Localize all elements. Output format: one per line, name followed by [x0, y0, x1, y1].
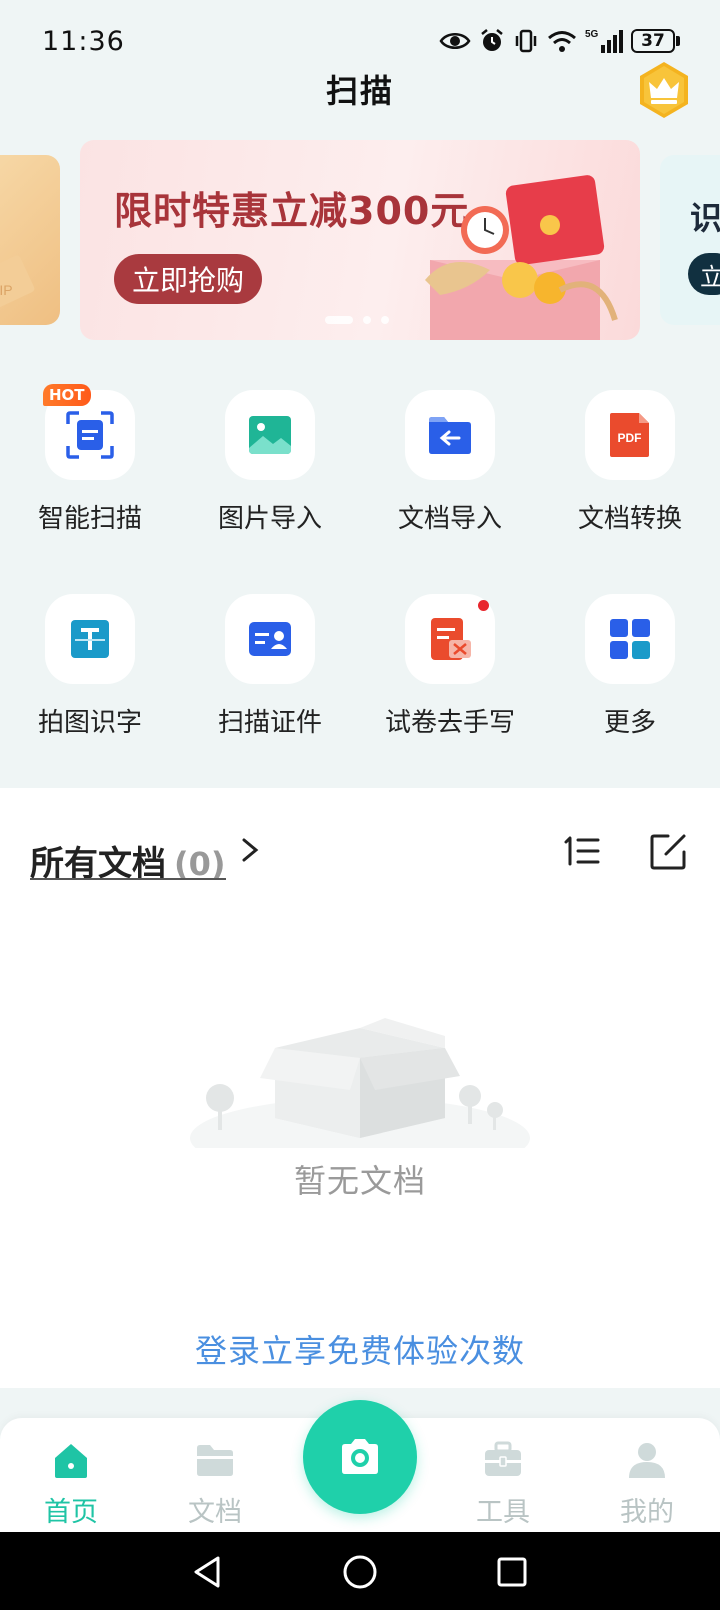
nav-mine[interactable]: 我的: [592, 1438, 702, 1529]
smart-scan-icon: [66, 411, 114, 459]
more-tools[interactable]: 更多: [540, 594, 720, 739]
banner-pagination: [325, 316, 389, 324]
smart-scan-tool[interactable]: HOT 智能扫描: [0, 384, 180, 535]
svg-text:5G: 5G: [585, 29, 599, 40]
chevron-right-icon[interactable]: [236, 830, 266, 870]
text-recognition-icon: [71, 620, 109, 658]
grid-more-icon: [610, 619, 650, 659]
pdf-icon: PDF: [610, 413, 649, 457]
banner-right-button[interactable]: 立: [688, 253, 720, 295]
status-icons: 5G 37: [439, 26, 680, 56]
battery-level: 37: [631, 29, 675, 53]
system-navigation-bar: [0, 1532, 720, 1610]
document-convert-tool[interactable]: PDF 文档转换: [540, 390, 720, 535]
tool-label: 图片导入: [217, 504, 322, 534]
image-import-tool[interactable]: 图片导入: [180, 390, 360, 535]
camera-scan-button[interactable]: [303, 1400, 417, 1514]
erase-handwriting-icon: [431, 618, 471, 660]
page-title: 扫描: [325, 72, 394, 110]
wifi-icon: [547, 29, 577, 53]
hot-badge: HOT: [43, 384, 91, 406]
banner-right-title: 识: [690, 199, 720, 237]
back-triangle-icon[interactable]: [186, 1550, 230, 1594]
ocr-tool[interactable]: 拍图识字: [0, 594, 180, 739]
crown-icon: [640, 62, 688, 118]
nav-label: 文档: [188, 1497, 242, 1528]
pagination-dot: [363, 316, 371, 324]
scan-id-tool[interactable]: 扫描证件: [180, 594, 360, 739]
vip-crown-button[interactable]: [636, 60, 692, 120]
tool-label: 文档导入: [397, 504, 502, 534]
nav-tools[interactable]: 工具: [448, 1438, 558, 1529]
home-circle-icon[interactable]: [338, 1550, 382, 1594]
eye-icon: [439, 30, 471, 52]
tool-label: 智能扫描: [37, 504, 142, 534]
image-icon: [249, 416, 291, 454]
home-icon: [55, 1444, 87, 1478]
nav-label: 工具: [476, 1497, 530, 1528]
tool-label: 试卷去手写: [384, 708, 515, 738]
tool-label: 拍图识字: [37, 708, 142, 738]
recents-square-icon[interactable]: [490, 1550, 534, 1594]
login-free-trial-link[interactable]: 登录立享免费体验次数: [0, 1326, 720, 1372]
documents-panel: 所有文档 (0) 暂无文档 登录立享免费体验次数: [0, 788, 720, 1388]
folder-icon: [197, 1445, 233, 1476]
tool-label: 扫描证件: [217, 708, 322, 738]
user-icon: [629, 1443, 665, 1478]
nav-documents[interactable]: 文档: [160, 1438, 270, 1529]
battery-icon: 37: [631, 29, 680, 53]
gift-box-illustration: [425, 175, 618, 340]
nav-label: 我的: [620, 1497, 674, 1528]
documents-title-underline: [30, 878, 226, 880]
sort-list-icon[interactable]: [560, 830, 604, 874]
pagination-dot: [381, 316, 389, 324]
document-import-tool[interactable]: 文档导入: [360, 390, 540, 535]
home-screen: 11:36 5G 37 扫描 IP 限时特惠立减300元 立即抢购 识 立 HO…: [0, 0, 720, 1610]
vip-card-illustration: VIP: [0, 255, 35, 315]
empty-state-text: 暂无文档: [293, 1162, 426, 1200]
cellular-signal-icon: 5G: [585, 27, 623, 55]
pagination-dot-active: [325, 316, 353, 324]
edit-icon[interactable]: [646, 830, 690, 874]
status-time: 11:36: [42, 26, 125, 57]
alarm-icon: [479, 28, 505, 54]
id-card-icon: [249, 622, 291, 656]
tool-label: 文档转换: [577, 504, 682, 534]
camera-icon: [342, 1439, 378, 1474]
nav-home[interactable]: 首页: [16, 1438, 126, 1529]
banner-left-partial[interactable]: VIP: [0, 155, 60, 325]
promo-banner[interactable]: 限时特惠立减300元 立即抢购: [80, 140, 640, 340]
folder-import-icon: [429, 417, 471, 454]
toolbox-icon: [485, 1441, 521, 1476]
svg-text:VIP: VIP: [0, 282, 13, 298]
buy-now-button[interactable]: 立即抢购: [114, 254, 263, 304]
tool-label: 更多: [603, 708, 656, 738]
empty-box-illustration: [190, 1018, 530, 1148]
banner-right-partial[interactable]: 识 立: [660, 155, 720, 325]
nav-label: 首页: [44, 1497, 98, 1528]
vibrate-icon: [513, 28, 539, 54]
notification-dot: [478, 600, 489, 611]
svg-text:PDF: PDF: [618, 431, 642, 445]
remove-handwriting-tool[interactable]: 试卷去手写: [360, 594, 540, 739]
